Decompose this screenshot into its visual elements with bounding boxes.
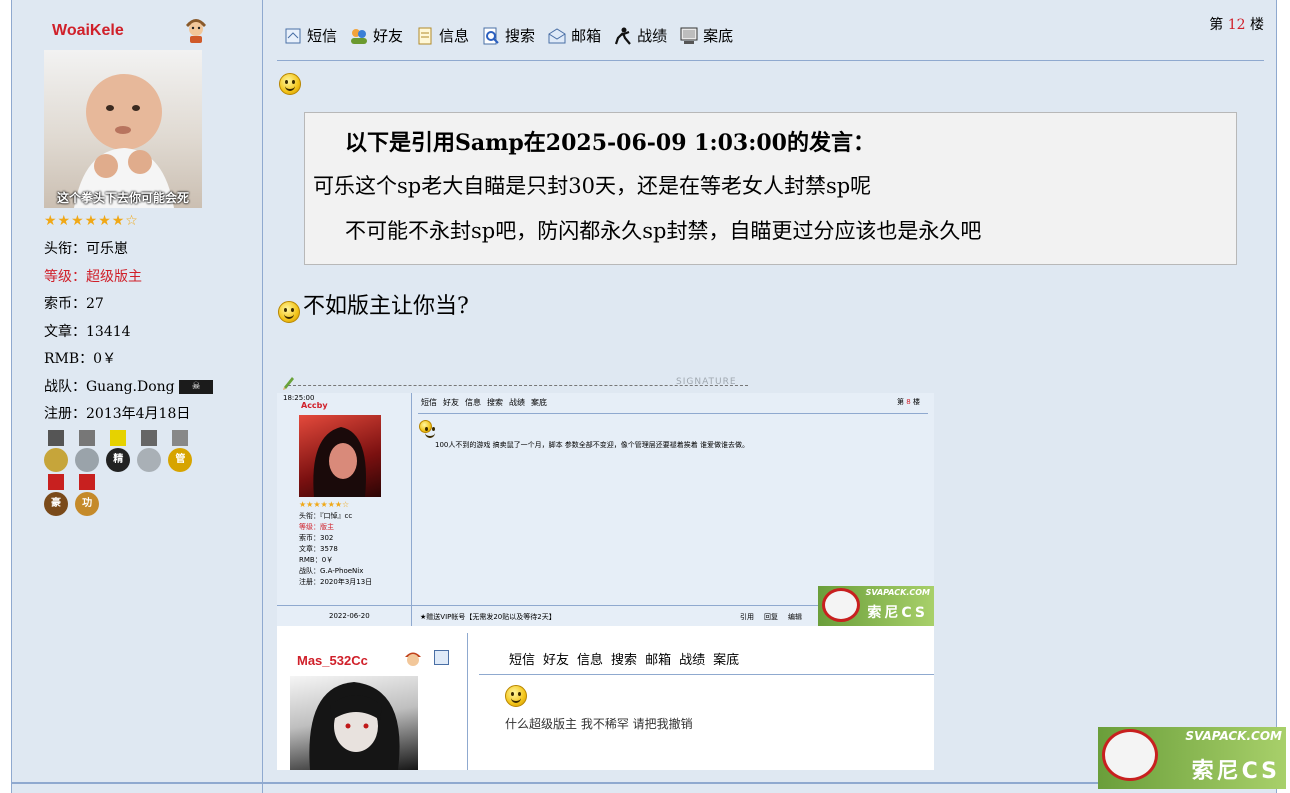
column-divider bbox=[262, 0, 263, 793]
medal-list: 精 管 豪 功 bbox=[44, 430, 214, 518]
medal-icon[interactable] bbox=[75, 430, 100, 474]
medal-icon[interactable]: 精 bbox=[106, 430, 131, 474]
monitor-icon bbox=[680, 27, 698, 44]
toolbar-friends-button[interactable]: 好友 bbox=[349, 25, 403, 46]
post-bottom-border bbox=[11, 782, 1277, 784]
user-info-team: 战队：Guang.Dong ☠ bbox=[44, 374, 214, 402]
medal-icon[interactable] bbox=[44, 430, 68, 474]
user-info-registered: 注册：2013年4月18日 bbox=[44, 406, 191, 422]
post-toolbar: 短信 好友 信息 搜索 邮箱 战绩 案底 bbox=[283, 25, 733, 46]
user-info-rmb: RMB：0￥ bbox=[44, 351, 117, 367]
user-info-posts: 文章：13414 bbox=[44, 323, 131, 340]
embedded-hr bbox=[479, 674, 934, 675]
embedded-toolbar: 短信 好友 信息 搜索 邮箱 战绩 案底 bbox=[509, 653, 740, 668]
embedded-username: Mas_532Cc bbox=[297, 653, 368, 668]
user-info-level: 等级：超级版主 bbox=[44, 268, 142, 285]
medal-icon[interactable]: 功 bbox=[75, 474, 100, 518]
quote-header: 以下是引用Samp在2025-06-09 1:03:00的发言： bbox=[345, 130, 875, 156]
user-rank-stars: ★★★★★★☆ bbox=[44, 213, 139, 229]
toolbar-mailbox-button[interactable]: 邮箱 bbox=[547, 25, 601, 46]
embedded-divider bbox=[467, 633, 468, 770]
floor-number: 第 12 楼 bbox=[1209, 17, 1264, 33]
smiley-icon bbox=[279, 73, 301, 95]
quote-line: 可乐这个sp老大自瞄是只封30天，还是在等老女人封禁sp呢 bbox=[313, 174, 872, 198]
medal-icon[interactable] bbox=[137, 430, 162, 474]
medal-icon[interactable]: 管 bbox=[168, 430, 193, 474]
baby-photo bbox=[74, 74, 174, 208]
quote-block: 以下是引用Samp在2025-06-09 1:03:00的发言： 可乐这个sp老… bbox=[304, 112, 1237, 265]
embedded-hr bbox=[418, 413, 928, 414]
smiley-icon bbox=[278, 301, 300, 323]
embedded-stars: ★★★★★★☆ bbox=[299, 500, 350, 509]
sms-icon bbox=[285, 28, 301, 43]
user-info-title: 头衔：可乐崽 bbox=[44, 241, 128, 257]
toolbar-divider bbox=[277, 60, 1264, 61]
embedded-floor: 第 8 楼 bbox=[897, 398, 920, 406]
mail-icon bbox=[548, 27, 566, 43]
smiley-icon bbox=[505, 685, 527, 707]
embedded-divider bbox=[411, 393, 412, 626]
search-icon bbox=[483, 27, 499, 44]
character-icon bbox=[405, 652, 421, 666]
watermark-logo: SVAPACK.COM 索尼CS bbox=[1098, 727, 1286, 789]
embedded-post-text: 什么超级版主 我不稀罕 请把我撤销 bbox=[505, 717, 693, 731]
embedded-post-text: 100人不到的游戏 搞卖鼠了一个月，脚本 参数全部不变迎，像个管理层还要褪着挨着… bbox=[435, 441, 750, 449]
toolbar-case-button[interactable]: 案底 bbox=[679, 25, 733, 46]
embedded-username: Accby bbox=[301, 401, 328, 410]
site-logo: SVAPACK.COM 索尼CS bbox=[818, 586, 934, 626]
user-info-coins: 索币：27 bbox=[44, 296, 104, 312]
user-avatar[interactable]: 这个拳头下去你可能会死 bbox=[44, 50, 202, 208]
pencil-icon bbox=[283, 377, 294, 390]
toolbar-search-button[interactable]: 搜索 bbox=[481, 25, 535, 46]
post-reply-text: 不如版主让你当? bbox=[303, 294, 469, 319]
anime-avatar bbox=[309, 682, 400, 770]
embedded-info: 头衔：『口悼』cc 等级：版主 索币：302 文章：3578 RMB：0￥ 战队… bbox=[299, 512, 373, 586]
toolbar-sms-button[interactable]: 短信 bbox=[283, 25, 337, 46]
friends-icon bbox=[351, 28, 368, 44]
signature-label: SIGNATURE bbox=[676, 377, 737, 387]
embedded-avatar bbox=[290, 676, 418, 770]
toolbar-record-button[interactable]: 战绩 bbox=[613, 25, 667, 46]
toolbar-info-button[interactable]: 信息 bbox=[415, 25, 469, 46]
user-info-list: 头衔：可乐崽 等级：超级版主 索币：27 文章：13414 RMB：0￥ 战队：… bbox=[44, 236, 214, 429]
avatar-caption: 这个拳头下去你可能会死 bbox=[56, 191, 189, 205]
character-icon bbox=[186, 19, 206, 43]
embedded-post: 18:25:00 Accby ★★★★★★☆ 头衔：『口悼』cc 等级：版主 索… bbox=[277, 393, 934, 626]
team-flag-icon: ☠ bbox=[179, 379, 214, 394]
username[interactable]: WoaiKele bbox=[52, 22, 124, 40]
signature-image: 18:25:00 Accby ★★★★★★☆ 头衔：『口悼』cc 等级：版主 索… bbox=[277, 393, 934, 770]
embedded-toolbar: 短信 好友 信息 搜索 战绩 案底 bbox=[421, 398, 547, 407]
embedded-post-2: Mas_532Cc 短信 好友 信息 搜索 邮箱 战绩 案底 什么超级版主 我不… bbox=[277, 633, 934, 770]
info-icon bbox=[418, 27, 432, 44]
anime-avatar bbox=[313, 427, 366, 497]
medal-icon[interactable]: 豪 bbox=[44, 474, 68, 518]
embedded-avatar bbox=[299, 415, 381, 497]
profile-icon bbox=[434, 650, 449, 665]
smiley-icon bbox=[419, 420, 435, 438]
quote-line: 不可能不永封sp吧，防闪都永久sp封禁，自瞄更过分应该也是永久吧 bbox=[345, 219, 982, 243]
soldier-icon bbox=[615, 27, 631, 45]
